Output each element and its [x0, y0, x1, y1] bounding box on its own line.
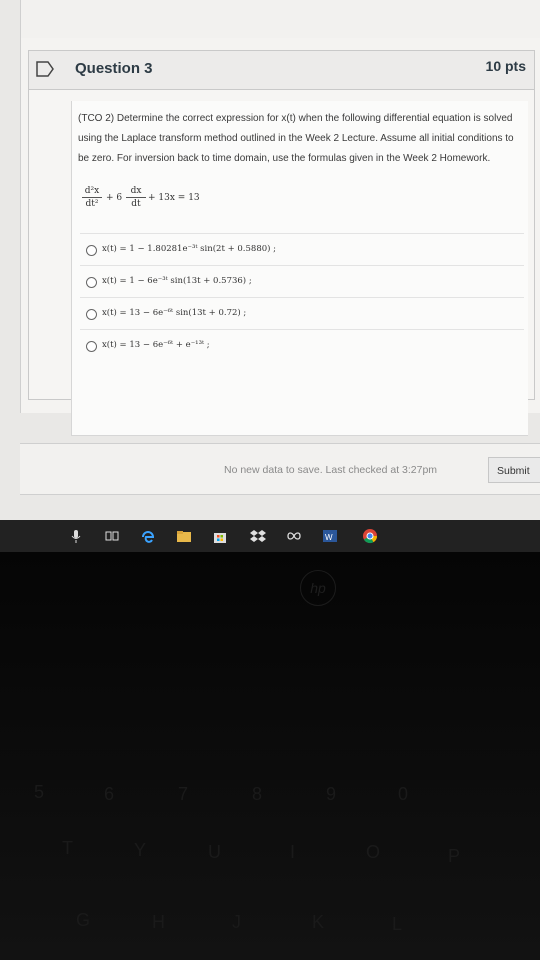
answer-option[interactable]: x(t) = 1 − 1.80281e⁻³ᵗ sin(2t + 0.5880) …	[80, 233, 524, 265]
equation-rest: + 13x = 13	[148, 193, 200, 203]
microphone-icon[interactable]	[68, 528, 84, 544]
word-icon[interactable]: W	[322, 528, 338, 544]
submit-quiz-button[interactable]: Submit	[488, 457, 540, 483]
dropbox-icon[interactable]	[250, 528, 266, 544]
keyboard-key: 5	[34, 782, 45, 802]
answer-option[interactable]: x(t) = 13 − 6e⁻⁶ᵗ sin(13t + 0.72) ;	[80, 297, 524, 329]
radio-button[interactable]	[86, 245, 97, 256]
answer-option[interactable]: x(t) = 13 − 6e⁻⁶ᵗ + e⁻¹³ᵗ ;	[80, 329, 524, 361]
keyboard-key: 0	[398, 784, 409, 804]
laptop-keyboard-area	[0, 552, 540, 960]
keyboard-key: K	[312, 912, 325, 932]
answer-option-label: x(t) = 13 − 6e⁻⁶ᵗ sin(13t + 0.72) ;	[102, 308, 247, 318]
svg-text:W: W	[325, 533, 333, 542]
quiz-footer-bar: No new data to save. Last checked at 3:2…	[20, 443, 540, 495]
keyboard-key: H	[152, 912, 165, 932]
hp-logo: hp	[300, 570, 336, 606]
fraction-numerator: d²x	[82, 185, 102, 198]
keyboard-key: T	[62, 838, 73, 858]
question-body: (TCO 2) Determine the correct expression…	[71, 101, 528, 436]
keyboard-key: 9	[326, 784, 337, 804]
windows-taskbar: W	[0, 520, 540, 552]
question-card: Question 3 10 pts (TCO 2) Determine the …	[28, 50, 535, 436]
keyboard-key: P	[448, 846, 461, 866]
fraction-numerator: dx	[126, 185, 146, 198]
question-title: Question 3	[75, 60, 153, 77]
keyboard-key: 7	[178, 784, 189, 804]
fraction-denominator: dt²	[85, 199, 99, 209]
task-view-icon[interactable]	[104, 528, 120, 544]
keyboard-key: I	[290, 842, 296, 862]
question-header: Question 3 10 pts	[29, 51, 534, 90]
keyboard-key: O	[366, 842, 381, 862]
save-status-text: No new data to save. Last checked at 3:2…	[224, 464, 438, 476]
equation-coefficient: + 6	[106, 193, 123, 203]
browser-screen: Question 3 10 pts (TCO 2) Determine the …	[0, 0, 540, 520]
fraction-denominator: dt	[131, 199, 141, 209]
radio-button[interactable]	[86, 309, 97, 320]
radio-button[interactable]	[86, 341, 97, 352]
radio-button[interactable]	[86, 277, 97, 288]
answer-options: x(t) = 1 − 1.80281e⁻³ᵗ sin(2t + 0.5880) …	[80, 233, 524, 361]
keyboard-key: L	[392, 914, 403, 934]
flag-question-icon[interactable]	[34, 59, 56, 79]
answer-option-label: x(t) = 1 − 6e⁻³ᵗ sin(13t + 0.5736) ;	[102, 276, 252, 286]
first-derivative-fraction: dx dt	[126, 185, 146, 210]
top-strip	[20, 0, 540, 38]
keyboard-key: U	[208, 842, 221, 862]
edge-icon[interactable]	[140, 528, 156, 544]
answer-option-label: x(t) = 1 − 1.80281e⁻³ᵗ sin(2t + 0.5880) …	[102, 244, 277, 254]
question-text: (TCO 2) Determine the correct expression…	[78, 113, 514, 164]
infinity-icon[interactable]	[286, 528, 302, 544]
keyboard-key: G	[76, 910, 91, 930]
question-points: 10 pts	[485, 58, 526, 74]
file-explorer-icon[interactable]	[176, 528, 192, 544]
second-derivative-fraction: d²x dt²	[82, 185, 102, 210]
chrome-icon[interactable]	[362, 528, 378, 544]
keyboard-key: 8	[252, 784, 263, 804]
answer-option[interactable]: x(t) = 1 − 6e⁻³ᵗ sin(13t + 0.5736) ;	[80, 265, 524, 297]
store-icon[interactable]	[212, 528, 228, 544]
keyboard-key: Y	[134, 840, 147, 860]
answer-option-label: x(t) = 13 − 6e⁻⁶ᵗ + e⁻¹³ᵗ ;	[102, 340, 210, 350]
keyboard-key: 6	[104, 784, 115, 804]
keyboard-key: J	[232, 912, 241, 932]
